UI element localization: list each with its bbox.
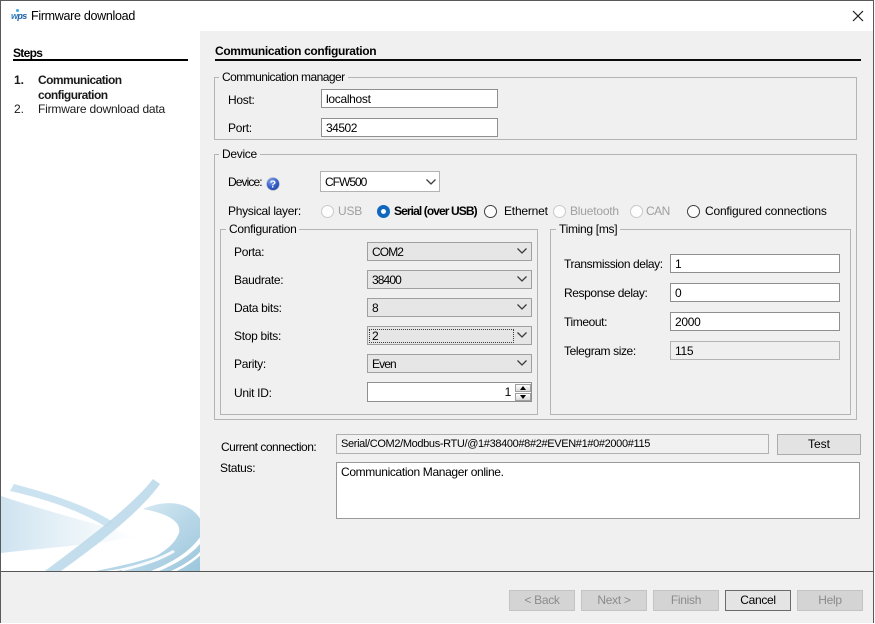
- svg-text:?: ?: [270, 178, 276, 190]
